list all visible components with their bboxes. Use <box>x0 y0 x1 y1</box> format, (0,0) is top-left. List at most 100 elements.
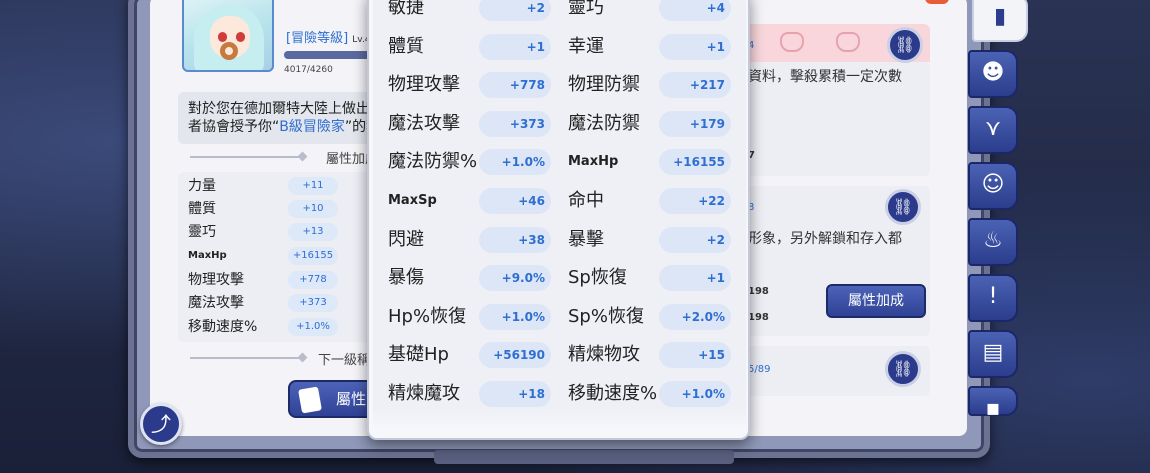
attr-value-left: +1.0% <box>479 304 551 330</box>
stat-name: 移動速度% <box>188 319 258 335</box>
attr-value-left: +38 <box>479 227 551 253</box>
stat-name: 力量 <box>188 178 216 194</box>
cat-icon <box>836 32 860 52</box>
attr-name-right: Sp%恢復 <box>568 306 644 327</box>
attr-value-right: +179 <box>659 111 731 137</box>
open-book-icon[interactable]: ▤ <box>968 330 1018 378</box>
attr-name-right: Sp恢復 <box>568 267 627 288</box>
stat-name: 物理攻擊 <box>188 272 244 288</box>
link-icon: ⛓ <box>892 197 914 216</box>
attr-value-left: +1 <box>479 34 551 60</box>
attr-name-left: 敏捷 <box>388 0 424 18</box>
attr-name-right: MaxHp <box>568 154 619 169</box>
card2-value-2: 198 <box>748 312 769 323</box>
attr-name-left: 暴傷 <box>388 267 424 288</box>
attr-name-left: 魔法攻擊 <box>388 113 460 134</box>
stat-name: 魔法攻擊 <box>188 295 244 311</box>
attr-value-right: +22 <box>659 188 731 214</box>
link-icon: ⛓ <box>892 359 914 378</box>
attribute-bonus-button[interactable]: 屬性加成 <box>826 284 926 318</box>
stat-value: +1.0% <box>288 318 338 336</box>
attr-name-right: 移動速度% <box>568 383 658 404</box>
cat-face-icon[interactable]: ☻ <box>968 50 1018 98</box>
stat-value: +373 <box>288 294 338 312</box>
desc-line-1: 對於您在德加爾特大陸上做出 <box>188 101 370 117</box>
link-icon: ⛓ <box>894 35 916 54</box>
attr-name-right: 精煉物攻 <box>568 344 640 365</box>
adventure-level: [冒險等級] Lv.4 <box>286 27 371 46</box>
attr-name-left: 閃避 <box>388 229 424 250</box>
stat-name: 靈巧 <box>188 224 216 240</box>
attr-value-left: +1.0% <box>479 149 551 175</box>
avatar-eye-right <box>236 32 245 42</box>
attr-name-right: 靈巧 <box>568 0 604 18</box>
attr-name-left: 魔法防禦% <box>388 151 478 172</box>
card2-text: 形象，另外解鎖和存入都 <box>748 231 902 247</box>
claw-icon[interactable]: ⋎ <box>968 106 1018 154</box>
attr-name-left: 體質 <box>388 36 424 57</box>
attr-name-right: 魔法防禦 <box>568 113 640 134</box>
attr-value-right: +2.0% <box>659 304 731 330</box>
attr-value-left: +18 <box>479 381 551 407</box>
link-button-3[interactable]: ⛓ <box>885 351 921 387</box>
attr-value-right: +2 <box>659 227 731 253</box>
attr-value-right: +4 <box>659 0 731 21</box>
section-divider <box>190 156 302 158</box>
attr-value-left: +2 <box>479 0 551 21</box>
bookmark-icon[interactable]: ▪ <box>968 386 1018 421</box>
attr-value-left: +46 <box>479 188 551 214</box>
book-clasp <box>434 450 734 464</box>
attribute-button[interactable]: 屬性 <box>288 380 378 418</box>
attr-value-right: +16155 <box>659 149 731 175</box>
exp-progress-fill <box>284 51 369 59</box>
book-icon <box>298 386 322 414</box>
attr-value-right: +1.0% <box>659 381 731 407</box>
attribute-popup-inner <box>373 0 746 434</box>
attr-value-right: +1 <box>659 34 731 60</box>
desc-line-2: 者協會授予你“B級冒險家”的稱 <box>188 118 378 136</box>
popup-scroll-fade <box>369 410 748 438</box>
card2-value-1: 198 <box>748 286 769 297</box>
avatar-eye-left <box>218 32 227 42</box>
card3-number: 5/89 <box>748 364 771 375</box>
attr-value-right: +1 <box>659 265 731 291</box>
attr-name-left: MaxSp <box>388 193 437 208</box>
face-icon[interactable]: ☺ <box>968 162 1018 210</box>
attr-name-right: 命中 <box>568 190 604 211</box>
avatar-donut <box>220 42 238 60</box>
attr-value-left: +56190 <box>479 342 551 368</box>
book-icon[interactable]: ▮ <box>972 0 1028 42</box>
attr-name-right: 幸運 <box>568 36 604 57</box>
attr-value-left: +9.0% <box>479 265 551 291</box>
stat-value: +13 <box>288 223 338 241</box>
share-button[interactable]: ⤴ <box>140 403 182 445</box>
section-divider <box>190 357 302 359</box>
attribute-button-label: 屬性 <box>336 390 367 408</box>
stat-value: +16155 <box>288 247 338 265</box>
adventure-level-label: [冒險等級] <box>286 31 349 46</box>
desc-line-2-pre: 者協會授予你“ <box>188 119 280 135</box>
exp-progress-bar <box>284 51 374 59</box>
character-avatar[interactable] <box>182 0 274 72</box>
attr-name-left: Hp%恢復 <box>388 306 467 327</box>
attr-value-left: +778 <box>479 72 551 98</box>
exp-text: 4017/4260 <box>284 65 333 75</box>
share-icon: ⤴ <box>151 412 171 436</box>
stat-name: 體質 <box>188 201 216 217</box>
attribute-popup: 敏捷 +2 靈巧 +4 體質 +1 幸運 +1 物理攻擊 +778 物理防禦 +217 魔法攻擊 +373… <box>367 0 750 440</box>
link-button-1[interactable]: ⛓ <box>887 27 923 63</box>
stat-value: +11 <box>288 177 338 195</box>
link-button-2[interactable]: ⛓ <box>885 189 921 225</box>
attr-value-right: +217 <box>659 72 731 98</box>
alert-person-icon[interactable]: ! <box>968 274 1018 322</box>
attr-name-left: 基礎Hp <box>388 344 449 365</box>
attr-name-right: 暴擊 <box>568 229 604 250</box>
attr-value-left: +373 <box>479 111 551 137</box>
stat-value: +778 <box>288 271 338 289</box>
chef-icon[interactable]: ♨ <box>968 218 1018 266</box>
cat-icon <box>780 32 804 52</box>
title-description: 對於您在德加爾特大陸上做出 者協會授予你“B級冒險家”的稱 <box>178 92 378 144</box>
stat-name: MaxHp <box>188 250 227 261</box>
attr-name-left: 物理攻擊 <box>388 74 460 95</box>
stat-value: +10 <box>288 200 338 218</box>
